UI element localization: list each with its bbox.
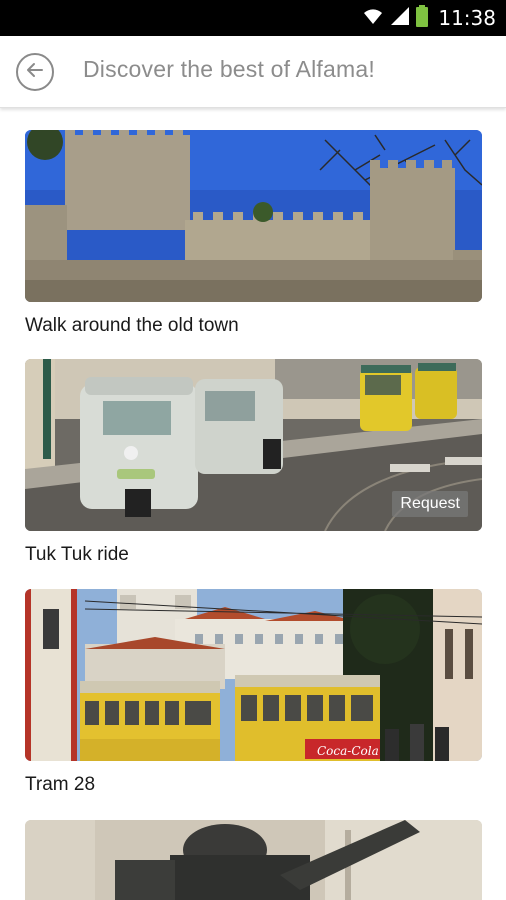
tuktuk-photo: Request — [25, 359, 482, 531]
status-time: 11:38 — [438, 6, 496, 30]
back-button[interactable] — [16, 53, 54, 91]
page-title: Discover the best of Alfama! — [83, 56, 375, 82]
card-label-walk: Walk around the old town — [25, 315, 239, 336]
activity-card-tram[interactable]: Coca-Cola Tram 28 — [25, 589, 482, 796]
app-bar: Discover the best of Alfama! — [0, 36, 506, 108]
card-label-tram: Tram 28 — [25, 774, 96, 795]
status-icons: 11:38 — [362, 0, 496, 36]
tram-photo: Coca-Cola — [25, 589, 482, 761]
activity-card-walk[interactable]: Walk around the old town — [25, 130, 482, 337]
card-label-tuktuk: Tuk Tuk ride — [25, 544, 129, 565]
request-badge[interactable]: Request — [392, 491, 468, 517]
status-bar: 11:38 — [0, 0, 506, 36]
wifi-icon — [362, 6, 384, 31]
statue-photo — [25, 820, 482, 900]
signal-icon — [390, 6, 410, 31]
activity-card-statue[interactable] — [25, 820, 482, 900]
arrow-left-icon — [25, 60, 45, 85]
tram-ad-text: Coca-Cola — [317, 744, 379, 758]
activity-card-tuktuk[interactable]: Request Tuk Tuk ride — [25, 359, 482, 566]
castle-photo — [25, 130, 482, 302]
battery-icon — [416, 4, 429, 32]
